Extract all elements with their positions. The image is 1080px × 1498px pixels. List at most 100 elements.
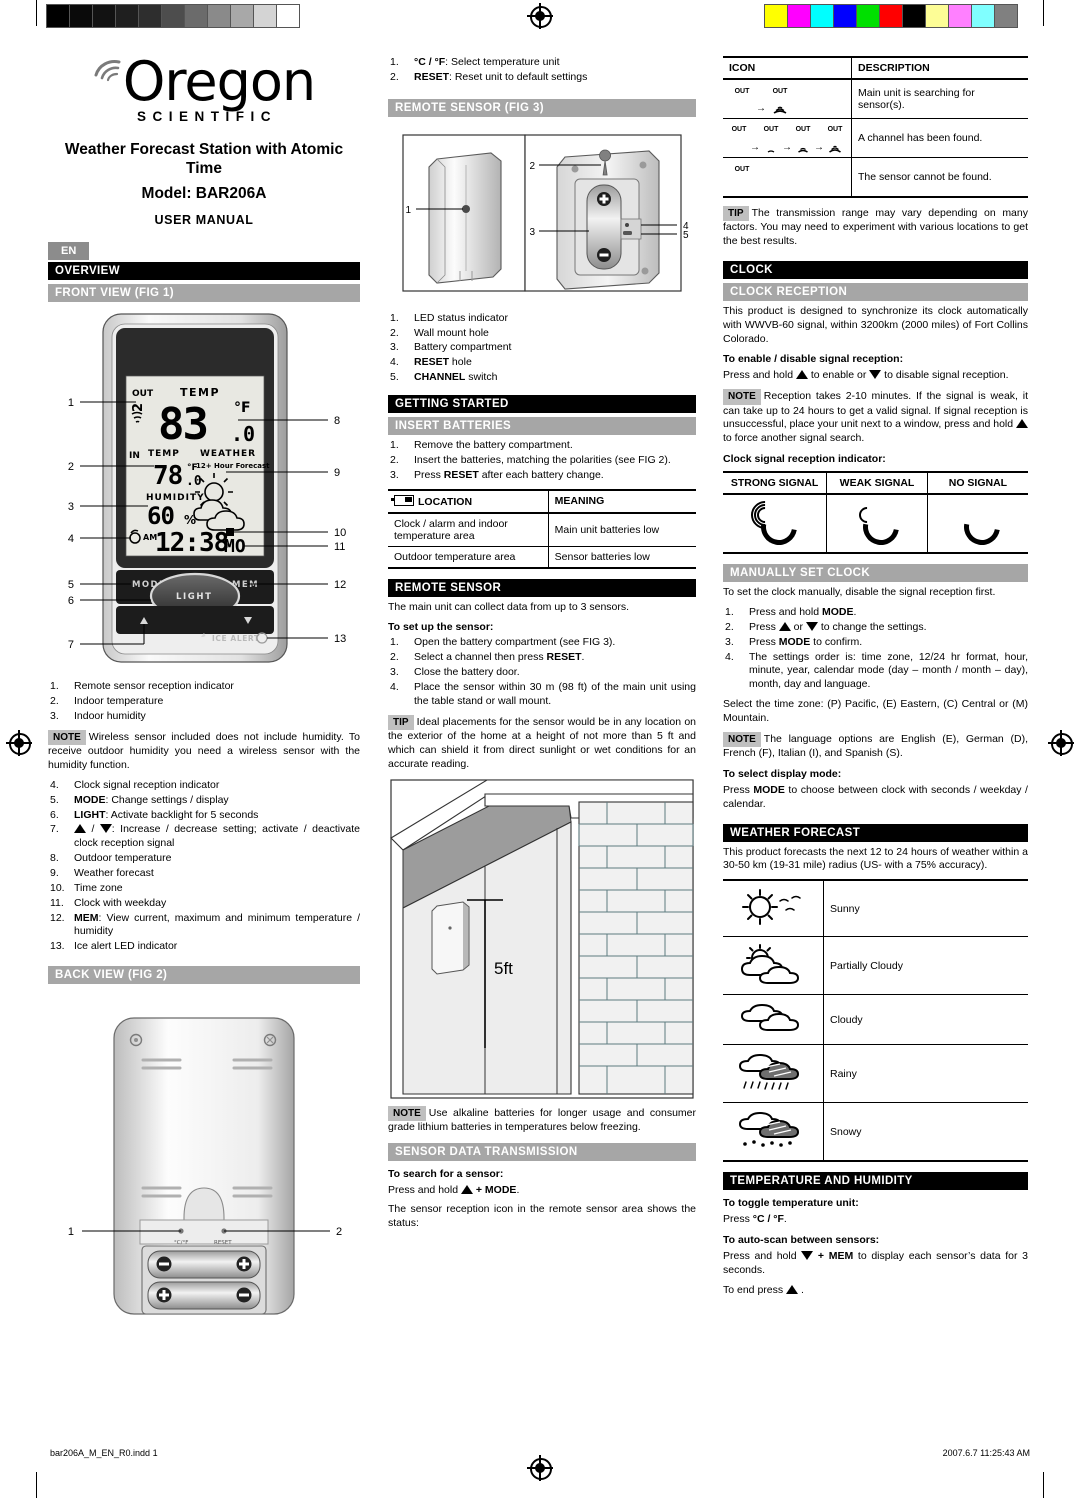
svg-text:12:38: 12:38 [155,528,229,558]
up-arrow-icon [778,621,791,631]
remote-sensor-figure: 1 4 5 2 3 [402,134,689,292]
note-tag: NOTE [723,731,761,748]
svg-text:83: 83 [158,399,207,450]
model-number: Model: BAR206A [141,185,267,203]
brand-name: Oregon [122,50,316,113]
svg-text:ICE ALERT: ICE ALERT [212,634,260,643]
svg-text:°C/°F: °C/°F [174,1240,188,1246]
manual-page: Oregon SCIENTIFIC Weather Forecast Stati… [0,44,1080,1414]
snowy-icon [738,1112,800,1148]
subhead-toggle-temp-unit: To toggle temperature unit: [723,1197,859,1210]
partially-cloudy-icon [740,944,800,985]
svg-text:4: 4 [68,533,74,545]
signal-strength-table: STRONG SIGNAL WEAK SIGNAL NO SIGNAL [723,471,1028,555]
subhead-setup-sensor: To set up the sensor: [388,621,494,634]
svg-text:1: 1 [68,1226,74,1238]
document-type: USER MANUAL [154,213,254,228]
svg-text:1: 1 [405,205,411,216]
table-cell: Partially Cloudy [823,936,1028,996]
subsection-heading-sensor-data: SENSOR DATA TRANSMISSION [388,1142,696,1161]
sensor-not-found-icon: OUT [734,166,750,173]
list-item: 10. Time zone [50,881,123,894]
table-cell-icon [723,1102,824,1163]
left-column: Oregon SCIENTIFIC Weather Forecast Stati… [48,44,360,1324]
svg-text:2: 2 [529,161,535,172]
clock-reception-text: This product is designed to synchronize … [723,304,1028,345]
search-sensor-instruction: Press and hold + MODE. [388,1183,520,1196]
list-item: 2. Press or to change the settings. [725,620,927,633]
svg-text:6: 6 [68,595,74,607]
list-item: 2. Indoor temperature [50,695,164,708]
table-row: OUT → OUT Main unit is searching for sen… [723,79,1028,119]
sensor-searching-icon: OUT → OUT [734,88,788,114]
table-row [723,494,1028,555]
list-item: 2. Insert the batteries, matching the pol… [390,453,671,466]
table-cell: Cloudy [823,994,1028,1046]
down-arrow-icon [99,824,112,834]
svg-text:8: 8 [334,415,340,427]
svg-text:LIGHT: LIGHT [176,592,212,602]
list-item: 8. Outdoor temperature [50,852,172,865]
registration-mark-top [527,3,553,29]
oregon-scientific-logo: Oregon [48,50,360,113]
note-reception-time: NOTE Reception takes 2-10 minutes. If the… [723,389,1029,445]
enable-disable-instruction: Press and hold to enable or to disable s… [723,369,1009,382]
list-item: 3. Press MODE to confirm. [725,635,863,648]
list-item: 3. Battery compartment [390,341,512,354]
autoscan-end-instruction: To end press . [723,1283,804,1296]
list-item: 5. CHANNEL switch [390,371,498,384]
height-label: 5ft [494,959,513,978]
table-row: Partially Cloudy [723,936,1028,996]
toggle-temp-instruction: Press °C / °F. [723,1213,787,1226]
list-item: 1. LED status indicator [390,311,508,324]
sunny-icon [742,889,801,926]
svg-text:60: 60 [147,502,174,530]
list-item: 2. Wall mount hole [390,326,489,339]
list-item: 4. Place the sensor within 30 m (98 ft) o… [390,681,696,707]
manual-clock-list: 1. Press and hold MODE. 2. Press or to cha… [723,606,1028,692]
svg-text:2: 2 [68,461,74,473]
list-item: 2. RESET: Reset unit to default settings [390,70,588,83]
table-header-row: STRONG SIGNAL WEAK SIGNAL NO SIGNAL [723,471,1028,496]
svg-text:.0: .0 [231,422,255,446]
list-item: 3. Indoor humidity [50,710,146,723]
remote-sensor-item-list: 1. LED status indicator 2. Wall mount hole… [388,312,696,385]
subhead-display-mode: To select display mode: [723,767,842,780]
tip-tag: TIP [388,714,414,730]
table-header-description: DESCRIPTION [851,56,1028,80]
list-item: 1. °C / °F: Select temperature unit [390,56,560,68]
table-header-weak-signal: WEAK SIGNAL [826,471,928,496]
front-view-figure: OUT 2 TEMP 83 °F .0 IN TEMP 78 °F .0 HUM… [68,313,346,663]
table-cell: The sensor cannot be found. [851,157,1028,198]
table-cell-icon [723,879,824,938]
up-arrow-icon [1016,419,1029,429]
table-cell: Rainy [823,1044,1028,1104]
battery-icon [391,494,414,506]
manual-clock-intro: To set the clock manually, disable the s… [723,586,996,599]
table-header-strong-signal: STRONG SIGNAL [723,471,827,496]
table-row: Outdoor temperature area Sensor batterie… [388,546,696,569]
table-header-location: LOCATION [388,488,549,514]
cloudy-icon [740,1004,800,1032]
list-item: 9. Weather forecast [50,866,154,879]
crop-mark [1043,0,1044,26]
table-header-no-signal: NO SIGNAL [926,471,1028,496]
list-item: 1. Remote sensor reception indicator [50,680,234,693]
up-arrow-icon [460,1184,473,1194]
product-title: Weather Forecast Station with Atomic Tim… [64,140,344,177]
subhead-clock-indicator: Clock signal reception indicator: [723,453,886,466]
arrow-right-icon: → [756,103,766,114]
weak-signal-icon [855,502,907,553]
section-heading-weather-forecast: WEATHER FORECAST [723,823,1028,842]
footer-timestamp: 2007.6.7 11:25:43 AM [942,1448,1030,1458]
list-item: 1. Press and hold MODE. [725,605,857,618]
list-item: 12. MEM: View current, maximum and minimu… [50,911,360,938]
tip-tag: TIP [723,206,749,222]
subsection-heading-clock-reception: CLOCK RECEPTION [723,282,1028,301]
down-arrow-icon [869,370,882,380]
table-header-icon: ICON [723,56,852,80]
table-header-row: ICON DESCRIPTION [723,56,1028,80]
list-item: 4. Clock signal reception indicator [50,778,220,791]
right-column: ICON DESCRIPTION OUT → OUT Main unit is … [723,44,1029,1304]
table-cell-no-signal [926,494,1028,555]
